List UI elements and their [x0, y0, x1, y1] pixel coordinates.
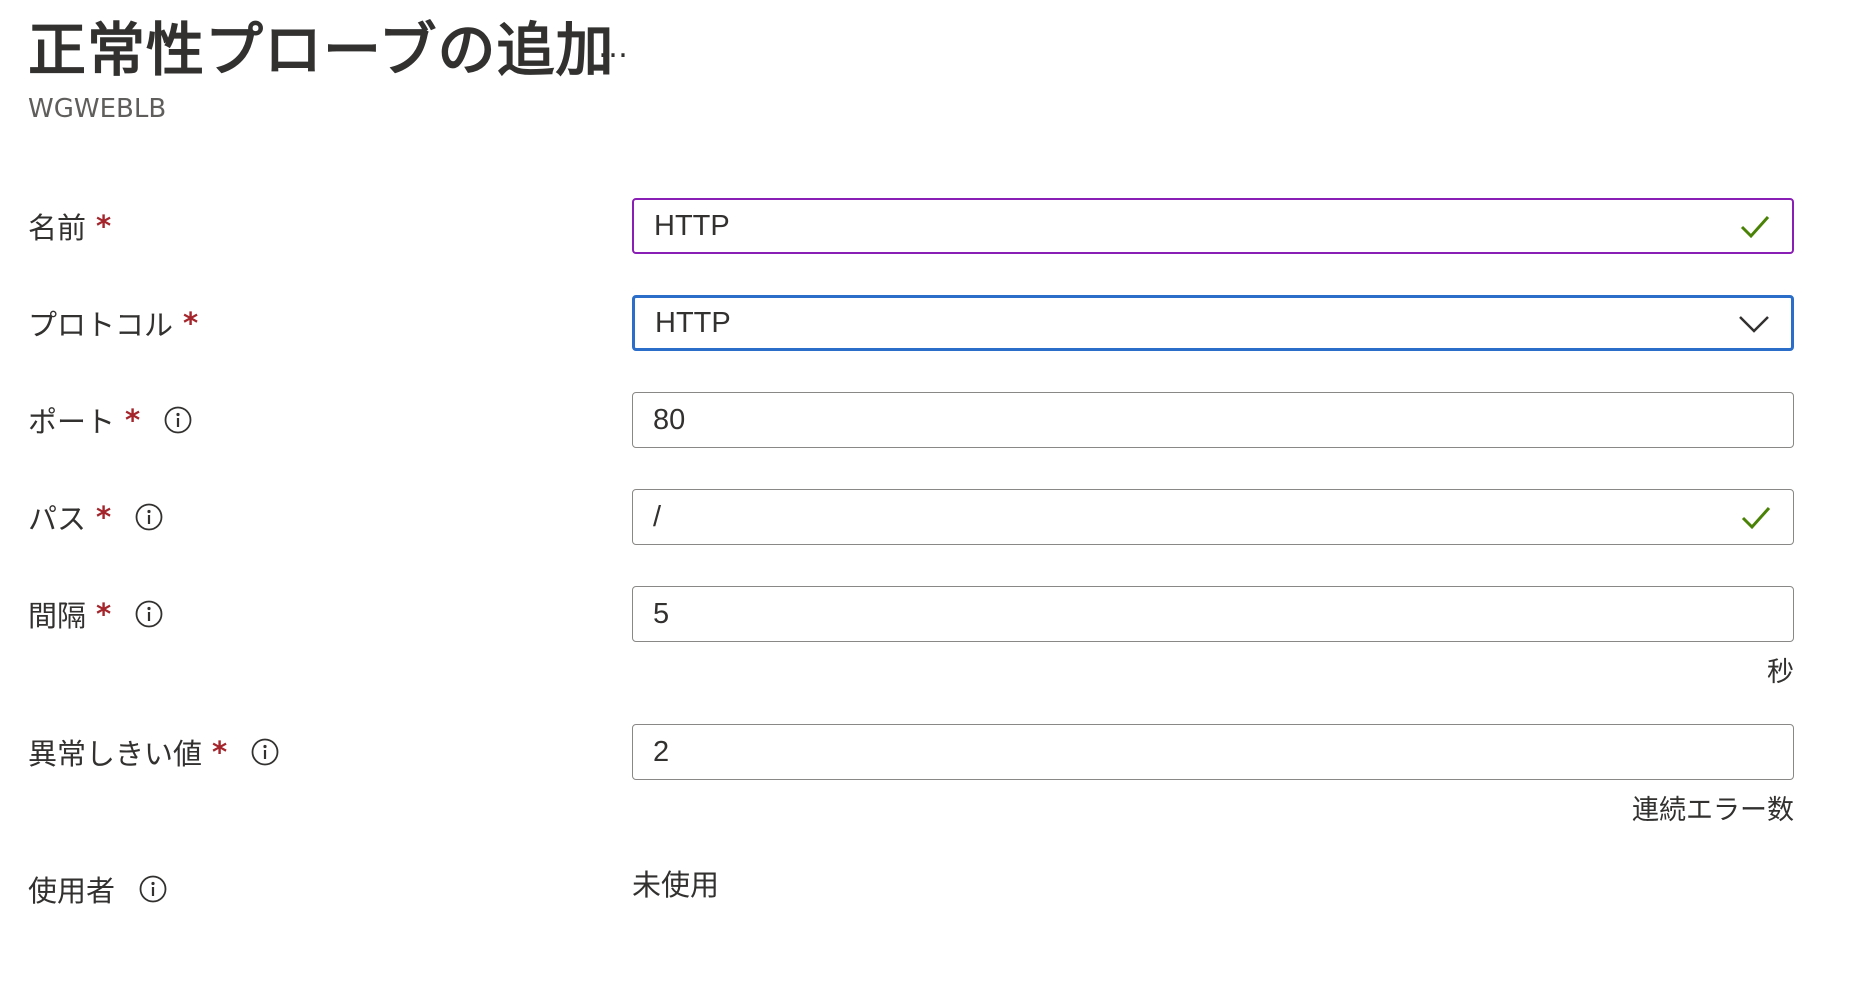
port-input[interactable]: 80: [632, 392, 1794, 448]
unhealthy-threshold-input[interactable]: 2: [632, 724, 1794, 780]
unhealthy-threshold-input-value: 2: [653, 735, 670, 768]
name-field-label: 名前 *: [28, 202, 111, 250]
required-star: *: [96, 500, 112, 534]
used-by-field-label: 使用者: [28, 865, 167, 913]
path-input[interactable]: /: [632, 489, 1794, 545]
name-input[interactable]: HTTP: [632, 198, 1794, 254]
required-star: *: [183, 306, 199, 340]
port-field-label: ポート *: [28, 396, 192, 444]
info-icon[interactable]: [251, 738, 279, 766]
used-by-label-text: 使用者: [28, 874, 116, 908]
path-field-label: パス *: [28, 493, 163, 541]
used-by-value: 未使用: [632, 868, 720, 902]
check-icon: [1740, 215, 1770, 239]
page-title: 正常性プローブの追加: [28, 16, 615, 84]
interval-field-label: 間隔 *: [28, 590, 163, 638]
more-options-button[interactable]: …: [598, 28, 630, 68]
resource-name-subtitle: WGWEBLB: [28, 94, 167, 124]
info-icon[interactable]: [135, 503, 163, 531]
path-label-text: パス: [28, 502, 87, 536]
protocol-dropdown-value: HTTP: [655, 306, 731, 339]
unhealthy-threshold-unit-label: 連続エラー数: [1632, 795, 1794, 826]
chevron-down-icon: [1739, 316, 1769, 333]
name-input-value: HTTP: [654, 209, 730, 242]
check-icon: [1741, 506, 1771, 530]
path-input-value: /: [653, 500, 662, 533]
required-star: *: [96, 209, 112, 243]
name-label-text: 名前: [28, 211, 87, 245]
unhealthy-threshold-field-label: 異常しきい値 *: [28, 728, 279, 776]
protocol-dropdown[interactable]: HTTP: [632, 295, 1794, 351]
port-input-value: 80: [653, 403, 686, 436]
unhealthy-threshold-label-text: 異常しきい値: [28, 737, 203, 771]
info-icon[interactable]: [164, 406, 192, 434]
required-star: *: [96, 597, 112, 631]
info-icon[interactable]: [139, 875, 167, 903]
interval-input-value: 5: [653, 597, 670, 630]
interval-label-text: 間隔: [28, 599, 87, 633]
info-icon[interactable]: [135, 600, 163, 628]
protocol-label-text: プロトコル: [28, 308, 174, 342]
interval-unit-label: 秒: [1767, 657, 1794, 688]
port-label-text: ポート: [28, 405, 116, 439]
required-star: *: [212, 735, 228, 769]
protocol-field-label: プロトコル *: [28, 299, 198, 347]
required-star: *: [125, 403, 141, 437]
interval-input[interactable]: 5: [632, 586, 1794, 642]
